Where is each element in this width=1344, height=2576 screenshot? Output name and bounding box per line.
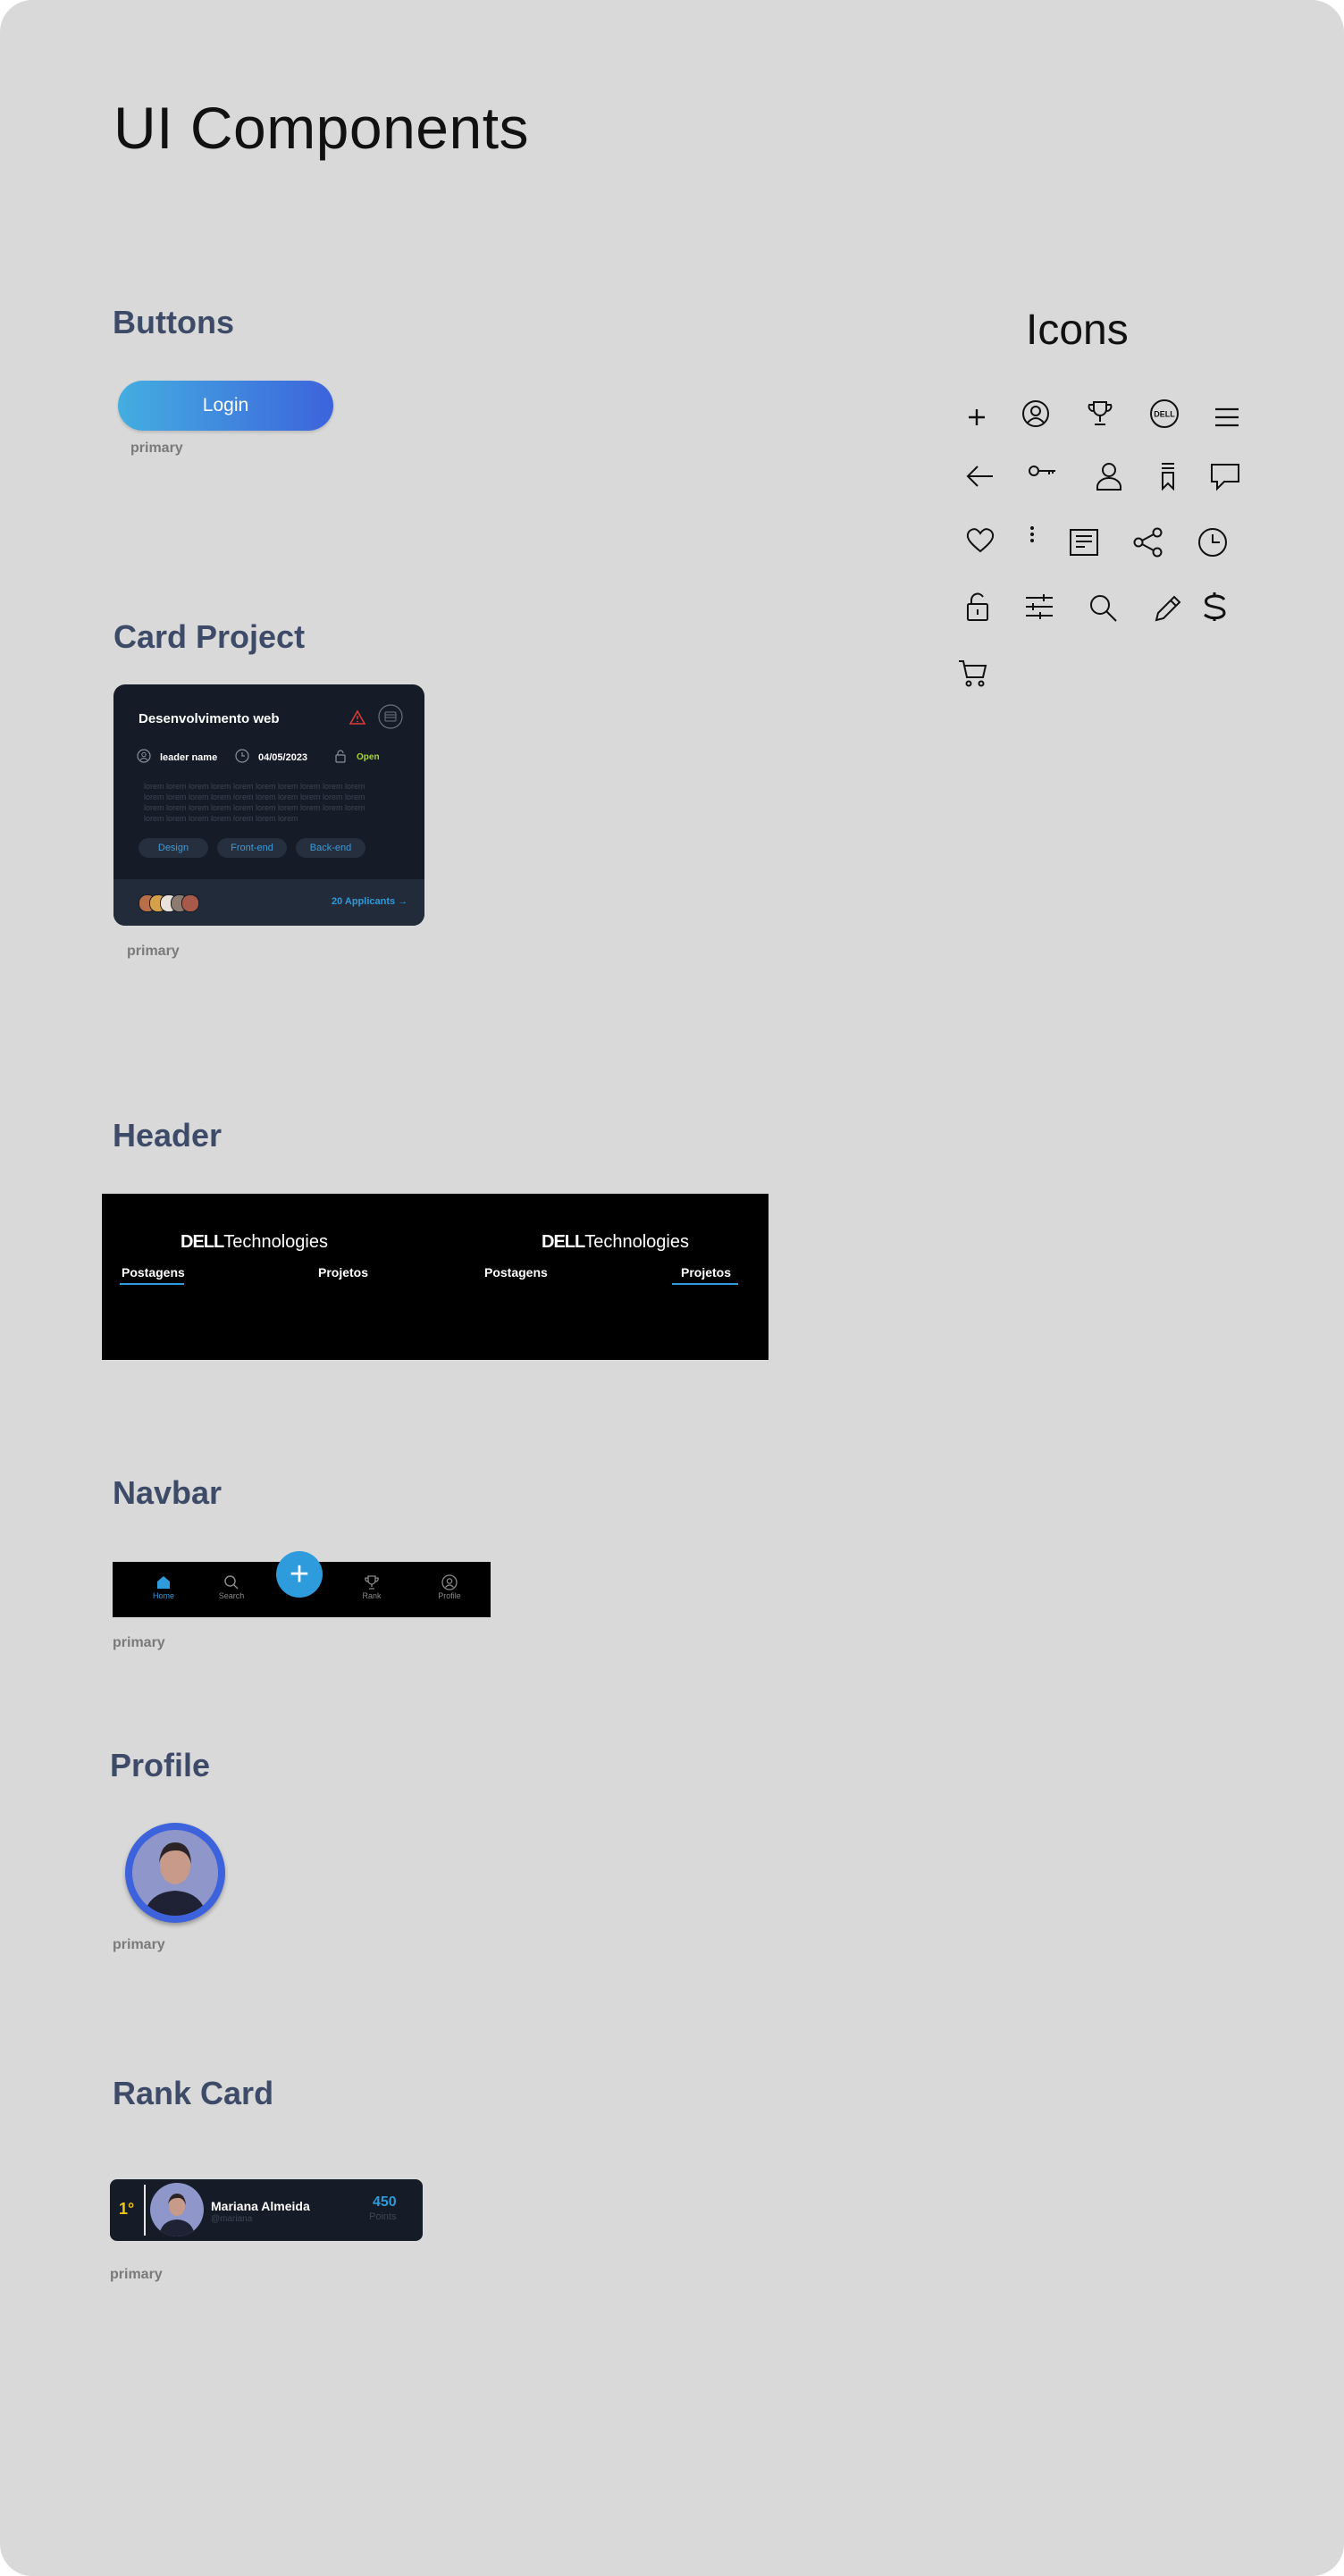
tab-postagens[interactable]: Postagens <box>484 1265 548 1280</box>
trophy-icon <box>1085 399 1115 429</box>
project-card[interactable]: Desenvolvimento web leader name 04/05/20… <box>113 684 424 926</box>
user-icon <box>1094 461 1124 491</box>
nav-label-home: Home <box>152 1591 174 1600</box>
nav-item-profile[interactable]: Profile <box>423 1574 476 1600</box>
active-tab-indicator <box>120 1283 184 1285</box>
tag-back-end[interactable]: Back-end <box>296 838 365 858</box>
rank-divider <box>144 2185 146 2236</box>
date-clock-icon <box>235 749 249 766</box>
dollar-icon <box>1199 592 1230 622</box>
search-icon <box>205 1574 258 1590</box>
card-description: lorem lorem lorem lorem lorem lorem lore… <box>144 782 365 823</box>
alert-icon <box>349 709 366 730</box>
dell-logo: DELLTechnologies <box>542 1232 689 1253</box>
tab-projetos[interactable]: Projetos <box>681 1265 731 1280</box>
avatar-portrait <box>132 1830 218 1916</box>
trophy-icon <box>345 1574 399 1590</box>
section-title-buttons: Buttons <box>113 304 234 340</box>
bookmark-icon <box>1153 461 1183 491</box>
nav-item-rank[interactable]: Rank <box>345 1574 399 1600</box>
dell-logo-icon: DELL <box>1149 399 1180 429</box>
plus-icon <box>962 402 992 432</box>
rank-points-label: Points <box>369 2211 397 2222</box>
search-icon <box>1088 593 1119 624</box>
nav-label-profile: Profile <box>438 1591 461 1600</box>
leader-name: leader name <box>160 751 218 763</box>
status-value: Open <box>357 752 380 762</box>
section-title-rank-card: Rank Card <box>113 2075 274 2111</box>
applicants-count: 20 Applicants <box>332 896 396 907</box>
section-title-header: Header <box>113 1117 223 1154</box>
svg-text:DELL: DELL <box>1154 410 1175 419</box>
unlock-icon <box>963 592 994 622</box>
comment-icon <box>1210 461 1240 491</box>
logo-suffix: Technologies <box>223 1232 328 1252</box>
header-preview: DELLTechnologies Postagens Projetos DELL… <box>102 1194 769 1360</box>
canvas: UI Components Buttons Login primary Card… <box>0 0 1344 2576</box>
card-leader: leader name <box>137 749 217 766</box>
card-status: Open <box>333 749 380 766</box>
rank-handle: @mariana <box>211 2214 253 2224</box>
applicant-avatar <box>181 894 199 912</box>
rank-name: Mariana Almeida <box>211 2199 310 2213</box>
card-footer: 20 Applicants → <box>113 879 424 926</box>
login-button[interactable]: Login <box>118 381 333 431</box>
section-title-card-project: Card Project <box>113 618 306 655</box>
page-title: UI Components <box>113 95 530 161</box>
arrow-left-icon <box>965 461 995 491</box>
rank-card[interactable]: 1° Mariana Almeida @mariana 450 Points <box>110 2179 423 2241</box>
logo-suffix: Technologies <box>584 1232 689 1252</box>
status-lock-icon <box>333 749 348 766</box>
user-circle-icon <box>1021 399 1051 429</box>
sliders-icon <box>1024 592 1054 622</box>
caption-buttons: primary <box>130 441 183 456</box>
section-title-profile: Profile <box>110 1747 211 1783</box>
add-fab-button[interactable]: + <box>276 1551 323 1598</box>
nav-label-search: Search <box>218 1591 245 1600</box>
rank-points: 450 <box>373 2194 397 2210</box>
user-circle-icon <box>423 1574 476 1590</box>
home-icon <box>137 1574 190 1590</box>
logo-brand: DELL <box>542 1232 585 1252</box>
nav-item-search[interactable]: Search <box>205 1574 258 1600</box>
card-menu-icon[interactable] <box>378 704 403 734</box>
document-icon <box>1069 527 1099 558</box>
cart-icon <box>958 658 988 688</box>
heart-icon <box>965 525 995 556</box>
more-vertical-icon <box>1017 524 1047 554</box>
leader-user-icon <box>137 749 151 766</box>
caption-rank: primary <box>110 2267 163 2282</box>
tag-design[interactable]: Design <box>139 838 208 858</box>
arrow-right-icon: → <box>398 896 408 907</box>
key-icon <box>1028 456 1058 486</box>
active-tab-indicator <box>672 1283 738 1285</box>
clock-icon <box>1197 527 1228 558</box>
profile-avatar[interactable] <box>125 1823 225 1923</box>
menu-icon <box>1212 402 1242 432</box>
nav-item-home[interactable]: Home <box>137 1574 190 1600</box>
tag-front-end[interactable]: Front-end <box>217 838 287 858</box>
card-title: Desenvolvimento web <box>139 711 280 726</box>
rank-position: 1° <box>119 2200 135 2218</box>
card-date: 04/05/2023 <box>235 749 307 766</box>
section-title-navbar: Navbar <box>113 1474 223 1511</box>
rank-avatar <box>150 2183 204 2236</box>
dell-logo: DELLTechnologies <box>181 1232 328 1253</box>
nav-label-rank: Rank <box>362 1591 382 1600</box>
tab-projetos[interactable]: Projetos <box>318 1265 368 1280</box>
section-title-icons: Icons <box>1026 306 1129 354</box>
tab-postagens[interactable]: Postagens <box>122 1265 185 1280</box>
date-value: 04/05/2023 <box>258 751 308 763</box>
logo-brand: DELL <box>181 1232 224 1252</box>
caption-profile: primary <box>113 1937 165 1952</box>
caption-navbar: primary <box>113 1635 165 1650</box>
pencil-icon <box>1153 593 1183 624</box>
share-icon <box>1133 527 1163 558</box>
applicants-link[interactable]: 20 Applicants → <box>332 896 407 907</box>
caption-card: primary <box>127 944 180 959</box>
